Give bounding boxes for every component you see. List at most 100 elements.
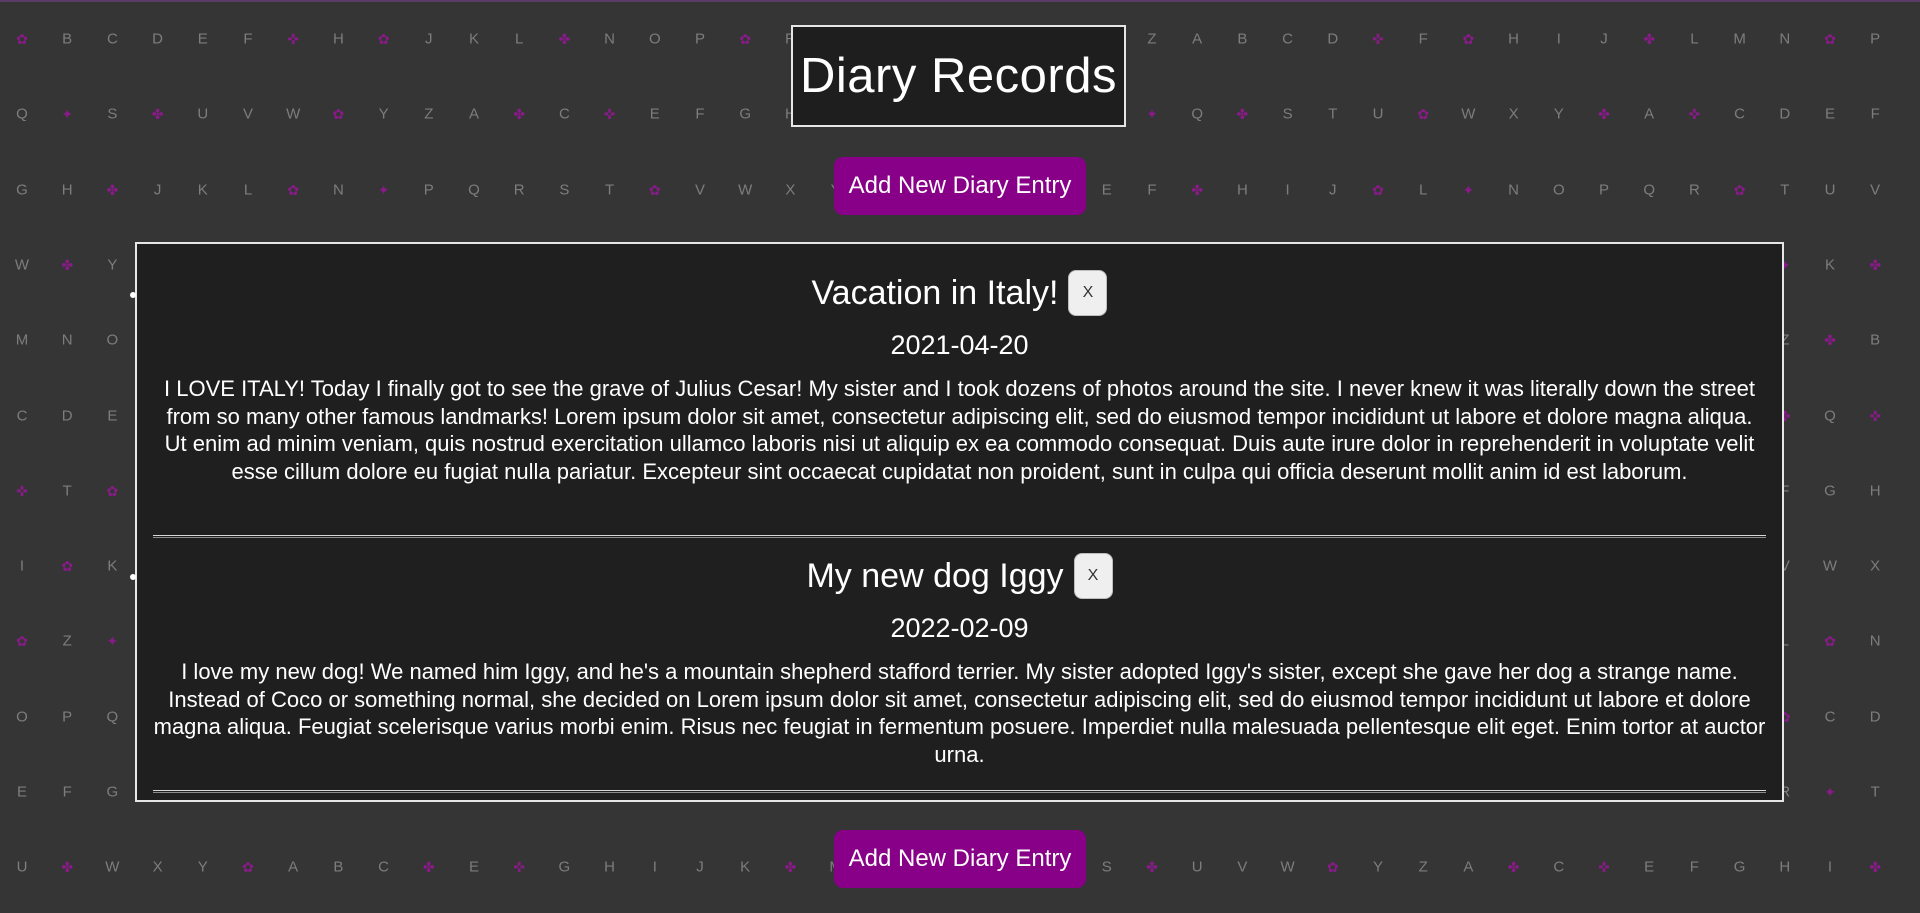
background-letter: W [105, 858, 120, 876]
background-letter: H [332, 30, 344, 48]
background-letter: W [14, 256, 30, 274]
background-letter: G [1824, 482, 1836, 500]
background-letter: ✤ [1236, 106, 1249, 123]
background-letter: F [695, 105, 705, 123]
background-letter: N [61, 331, 73, 349]
background-letter: X [1870, 557, 1881, 575]
background-letter: ✜ [1869, 407, 1882, 424]
background-letter: W [1280, 858, 1295, 876]
background-letter: ✿ [332, 106, 345, 123]
background-letter: ✿ [1824, 31, 1836, 47]
diary-entries-panel: Vacation in Italy! X 2021-04-20 I LOVE I… [135, 242, 1784, 802]
background-letter: ✤ [1507, 859, 1520, 876]
background-letter: ✿ [61, 558, 74, 575]
background-letter: Q [16, 105, 28, 123]
background-letter: W [1461, 105, 1476, 123]
background-letter: Q [1191, 105, 1204, 123]
entry-header: My new dog Iggy X [153, 553, 1766, 599]
background-letter: N [332, 181, 344, 199]
background-letter: ✦ [106, 633, 119, 650]
background-letter: X [785, 181, 796, 199]
background-letter: ✿ [1417, 106, 1430, 123]
background-letter: Y [1372, 858, 1384, 876]
background-letter: ✤ [422, 859, 435, 876]
background-letter: E [649, 105, 660, 123]
background-letter: ✜ [1598, 859, 1610, 876]
background-letter: ✿ [242, 859, 254, 876]
background-letter: C [1824, 708, 1836, 726]
background-letter: R [513, 181, 525, 199]
background-letter: ✿ [1326, 859, 1339, 876]
background-letter: G [1733, 858, 1746, 876]
background-letter: J [153, 181, 162, 199]
background-letter: H [1508, 30, 1520, 48]
background-letter: H [61, 181, 73, 199]
background-letter: V [242, 105, 254, 123]
background-letter: T [1328, 105, 1338, 123]
background-letter: ✜ [1688, 106, 1701, 123]
background-letter: P [694, 30, 706, 48]
delete-entry-button[interactable]: X [1073, 553, 1113, 599]
background-letter: L [243, 181, 253, 199]
background-letter: M [15, 331, 29, 349]
entry-title: Vacation in Italy! [811, 273, 1059, 312]
background-letter: C [378, 858, 390, 876]
background-letter: ✤ [513, 106, 526, 123]
background-letter: ✤ [106, 181, 119, 198]
background-letter: ✿ [16, 31, 28, 47]
background-letter: L [1690, 30, 1699, 48]
background-letter: I [1556, 30, 1561, 48]
background-letter: P [423, 181, 434, 199]
background-letter: E [1824, 105, 1836, 123]
background-letter: A [1192, 30, 1203, 48]
background-letter: F [1418, 30, 1428, 48]
background-letter: S [1282, 105, 1293, 123]
background-letter: G [558, 858, 571, 876]
background-letter: C [1282, 30, 1294, 48]
background-letter: W [738, 181, 753, 199]
background-letter: Q [1824, 407, 1836, 424]
background-letter: C [1734, 105, 1746, 123]
background-letter: D [1779, 105, 1791, 123]
background-letter: Q [1643, 181, 1656, 199]
background-letter: C [558, 105, 570, 123]
panel-marker-dot [130, 292, 136, 298]
background-letter: ✤ [61, 256, 74, 273]
add-entry-button-top[interactable]: Add New Diary Entry [834, 157, 1086, 215]
background-letter: ✤ [1191, 181, 1204, 198]
background-letter: I [1827, 858, 1833, 876]
background-letter: Q [106, 708, 119, 726]
background-letter: K [468, 30, 480, 48]
background-letter: S [1101, 858, 1112, 876]
background-letter: F [1147, 181, 1157, 199]
background-letter: ✤ [1146, 859, 1158, 876]
background-letter: ✦ [1462, 181, 1475, 198]
background-letter: ✤ [151, 106, 164, 123]
background-letter: D [1869, 708, 1881, 726]
background-letter: N [1508, 181, 1520, 199]
background-letter: K [197, 181, 208, 199]
background-letter: K [107, 557, 118, 575]
background-letter: E [197, 30, 208, 48]
delete-entry-button[interactable]: X [1068, 270, 1108, 316]
background-letter: ✤ [1643, 31, 1656, 47]
background-letter: A [1644, 105, 1655, 123]
background-letter: ✿ [1372, 181, 1384, 198]
background-letter: Y [107, 256, 118, 274]
background-letter: ✦ [377, 181, 390, 198]
background-letter: B [62, 30, 73, 48]
background-letter: U [1191, 858, 1203, 876]
page-title-box: Diary Records [791, 25, 1126, 127]
background-letter: I [652, 858, 657, 876]
background-letter: ✜ [1372, 31, 1384, 47]
entry-title: My new dog Iggy [806, 556, 1064, 595]
background-letter: F [243, 30, 253, 48]
add-entry-button-bottom[interactable]: Add New Diary Entry [834, 830, 1086, 888]
background-letter: Y [197, 858, 208, 876]
diary-entry: My new dog Iggy X 2022-02-09 I love my n… [153, 553, 1766, 768]
background-letter: L [1419, 181, 1428, 199]
background-letter: X [152, 858, 163, 876]
background-letter: Z [424, 105, 434, 123]
background-letter: E [1101, 181, 1112, 199]
background-letter: H [1869, 482, 1881, 500]
